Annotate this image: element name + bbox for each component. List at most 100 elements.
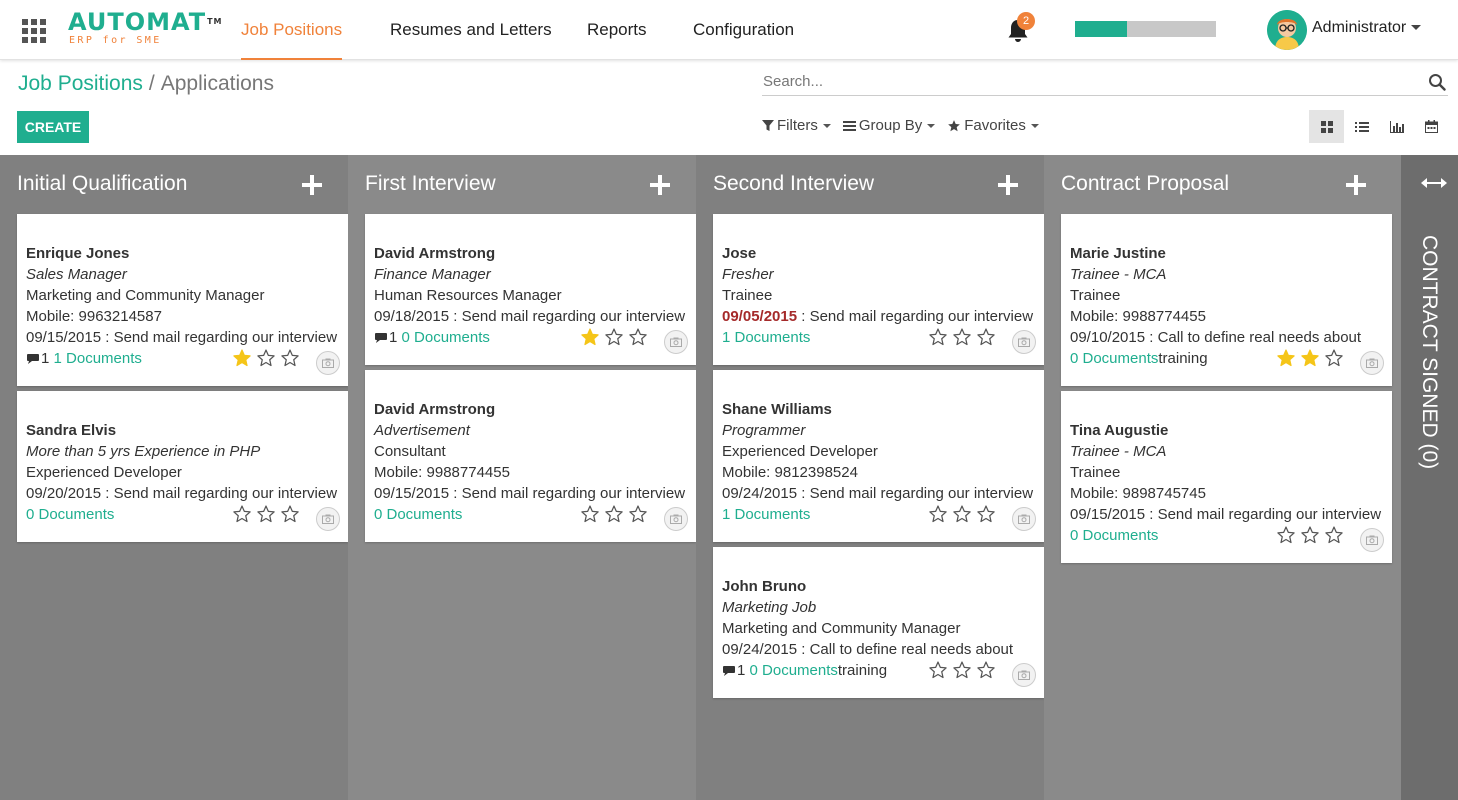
star-empty-icon[interactable]	[928, 504, 948, 524]
star-empty-icon[interactable]	[280, 504, 300, 524]
nav-job-positions[interactable]: Job Positions	[241, 0, 343, 60]
applicant-card[interactable]: Enrique Jones Sales Manager Marketing and …	[17, 214, 348, 386]
star-filled-icon[interactable]	[1276, 348, 1296, 368]
applicant-card[interactable]: Jose Fresher Trainee 09/05/2015 : Send mail…	[713, 214, 1044, 365]
breadcrumb: Job Positions / Applications	[18, 72, 274, 96]
kanban-column: Initial Qualification Enrique Jones Sales …	[0, 155, 348, 800]
documents-link[interactable]: 0 Documents	[26, 506, 114, 523]
applicant-card[interactable]: David Armstrong Finance Manager Human Reso…	[365, 214, 696, 365]
add-card-icon[interactable]	[302, 175, 322, 195]
star-empty-icon[interactable]	[256, 504, 276, 524]
assignee-avatar[interactable]	[1012, 330, 1036, 354]
graph-view-button[interactable]	[1379, 110, 1414, 143]
kanban-board: Initial Qualification Enrique Jones Sales …	[0, 155, 1458, 800]
assignee-avatar[interactable]	[316, 351, 340, 375]
expand-column-icon[interactable]	[1421, 177, 1447, 189]
star-empty-icon[interactable]	[1324, 348, 1344, 368]
assignee-avatar[interactable]	[316, 507, 340, 531]
mobile-number: Mobile: 9898745745	[1070, 485, 1206, 502]
documents-link[interactable]: 0 Documents	[1070, 527, 1158, 544]
documents-link[interactable]: 0 Documents	[750, 662, 838, 679]
applicant-card[interactable]: Shane Williams Programmer Experienced Deve…	[713, 370, 1044, 542]
kanban-column: Second Interview Jose Fresher Trainee 09/05/…	[696, 155, 1044, 800]
nav-resumes-and-letters[interactable]: Resumes and Letters	[390, 0, 552, 60]
column-title[interactable]: Contract Proposal	[1061, 172, 1229, 196]
list-view-button[interactable]	[1344, 110, 1379, 143]
folded-column[interactable]: CONTRACT SIGNED (0)	[1401, 155, 1458, 800]
nav-configuration[interactable]: Configuration	[693, 0, 794, 60]
star-empty-icon[interactable]	[976, 327, 996, 347]
star-empty-icon[interactable]	[1276, 525, 1296, 545]
star-empty-icon[interactable]	[952, 504, 972, 524]
star-empty-icon[interactable]	[976, 660, 996, 680]
apps-menu-icon[interactable]	[22, 19, 46, 43]
filters-label: Filters	[777, 117, 818, 134]
user-menu[interactable]: Administrator	[1312, 19, 1422, 37]
priority-stars	[1272, 348, 1344, 368]
add-card-icon[interactable]	[1346, 175, 1366, 195]
applicant-card[interactable]: Sandra Elvis More than 5 yrs Experience i…	[17, 391, 348, 542]
star-empty-icon[interactable]	[1324, 525, 1344, 545]
applicant-card[interactable]: David Armstrong Advertisement Consultant Mo…	[365, 370, 696, 542]
star-empty-icon[interactable]	[604, 504, 624, 524]
star-empty-icon[interactable]	[280, 348, 300, 368]
filters-dropdown[interactable]: Filters	[762, 117, 831, 134]
documents-link[interactable]: 0 Documents	[402, 329, 490, 346]
column-title[interactable]: Initial Qualification	[17, 172, 187, 196]
star-empty-icon[interactable]	[952, 327, 972, 347]
activity-date: 09/15/2015	[374, 485, 450, 502]
breadcrumb-parent[interactable]: Job Positions	[18, 72, 143, 95]
assignee-avatar[interactable]	[664, 330, 688, 354]
star-empty-icon[interactable]	[256, 348, 276, 368]
documents-link[interactable]: 1 Documents	[722, 506, 810, 523]
message-count: 1	[389, 329, 398, 346]
star-filled-icon[interactable]	[1300, 348, 1320, 368]
documents-link[interactable]: 0 Documents	[374, 506, 462, 523]
documents-link[interactable]: 1 Documents	[722, 329, 810, 346]
documents-link[interactable]: 0 Documents	[1070, 350, 1158, 367]
add-card-icon[interactable]	[998, 175, 1018, 195]
star-filled-icon[interactable]	[232, 348, 252, 368]
column-title[interactable]: First Interview	[365, 172, 496, 196]
applicant-name: Marie Justine	[1070, 245, 1166, 262]
applicant-name: Sandra Elvis	[26, 422, 117, 439]
search-input[interactable]	[763, 73, 1403, 90]
star-empty-icon[interactable]	[232, 504, 252, 524]
star-empty-icon[interactable]	[928, 327, 948, 347]
groupby-dropdown[interactable]: Group By	[842, 117, 936, 134]
star-empty-icon[interactable]	[976, 504, 996, 524]
star-empty-icon[interactable]	[928, 660, 948, 680]
kanban-view-button[interactable]	[1309, 110, 1344, 143]
department: Trainee	[1070, 464, 1121, 481]
create-button[interactable]: CREATE	[17, 111, 89, 143]
nav-job-positions-wrap: Job Positions	[241, 0, 343, 60]
progress-bar	[1075, 21, 1216, 37]
assignee-avatar[interactable]	[664, 507, 688, 531]
assignee-avatar[interactable]	[1360, 351, 1384, 375]
camera-icon	[1018, 670, 1030, 680]
add-card-icon[interactable]	[650, 175, 670, 195]
job-title: Sales Manager	[26, 266, 127, 283]
star-filled-icon[interactable]	[580, 327, 600, 347]
applicant-card[interactable]: John Bruno Marketing Job Marketing and Com…	[713, 547, 1044, 698]
user-avatar[interactable]	[1267, 10, 1307, 50]
star-empty-icon[interactable]	[604, 327, 624, 347]
assignee-avatar[interactable]	[1012, 507, 1036, 531]
brand-logo[interactable]: AUTOMATTM ERP for SME	[68, 9, 222, 47]
applicant-card[interactable]: Tina Augustie Trainee - MCA Trainee Mobile:…	[1061, 391, 1392, 563]
star-empty-icon[interactable]	[628, 327, 648, 347]
star-empty-icon[interactable]	[1300, 525, 1320, 545]
favorites-dropdown[interactable]: Favorites	[947, 117, 1039, 134]
star-empty-icon[interactable]	[952, 660, 972, 680]
calendar-view-button[interactable]	[1414, 110, 1449, 143]
assignee-avatar[interactable]	[1012, 663, 1036, 687]
assignee-avatar[interactable]	[1360, 528, 1384, 552]
star-empty-icon[interactable]	[628, 504, 648, 524]
star-empty-icon[interactable]	[580, 504, 600, 524]
message-count: 1	[737, 662, 746, 679]
applicant-card[interactable]: Marie Justine Trainee - MCA Trainee Mobile:…	[1061, 214, 1392, 386]
column-title[interactable]: Second Interview	[713, 172, 874, 196]
search-icon[interactable]	[1428, 73, 1446, 91]
documents-link[interactable]: 1 Documents	[54, 350, 142, 367]
nav-reports[interactable]: Reports	[587, 0, 647, 60]
